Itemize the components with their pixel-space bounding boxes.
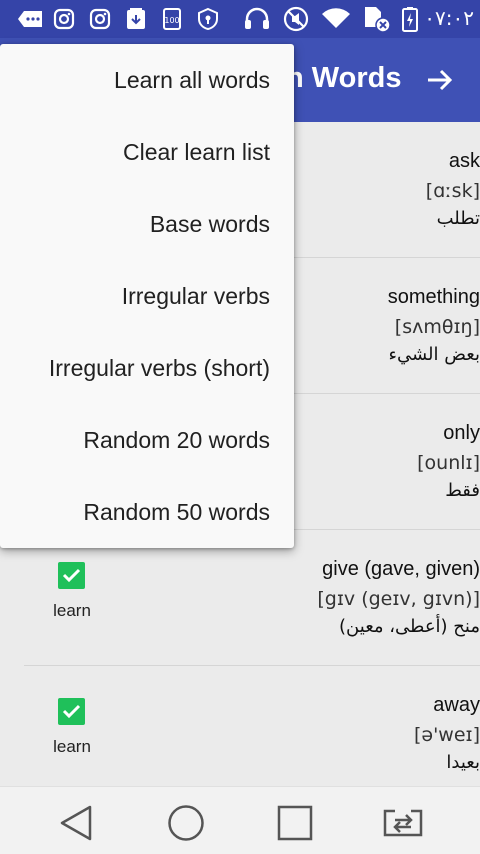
word-transcription: [ɑːsk] (425, 180, 480, 202)
menu-item-irregular-verbs[interactable]: Irregular verbs (0, 260, 294, 332)
word-transcription: [sʌmθɪŋ] (394, 316, 480, 338)
menu-item-label: Random 20 words (83, 427, 270, 453)
navigation-bar (0, 786, 480, 854)
word-text: something (387, 286, 480, 308)
mute-icon (282, 6, 310, 32)
word-translation: بعض الشيء (388, 344, 480, 365)
menu-item-base-words[interactable]: Base words (0, 188, 294, 260)
overflow-menu: Learn all words Clear learn list Base wo… (0, 44, 294, 548)
arrow-right-icon[interactable] (424, 64, 456, 96)
list-item[interactable]: learn give (gave, given) [gɪv (geɪv, gɪv… (0, 530, 480, 666)
word-text: ask (448, 150, 480, 172)
word-translation: فقط (445, 480, 480, 501)
download-icon (124, 7, 148, 31)
storage-icon: 100 (160, 7, 184, 31)
headphones-icon (242, 7, 272, 31)
menu-item-label: Clear learn list (123, 139, 270, 165)
word-transcription: [ə'weɪ] (413, 724, 480, 746)
word-text: away (433, 694, 480, 716)
learn-checkbox[interactable] (58, 698, 85, 725)
menu-item-label: Irregular verbs (121, 283, 270, 309)
menu-item-label: Learn all words (114, 67, 270, 93)
list-item[interactable]: learn away [ə'weɪ] بعيدا (0, 666, 480, 786)
word-text: give (gave, given) (322, 558, 480, 580)
status-bar: 100 ۰۷:۰۲ (0, 0, 480, 38)
menu-item-clear-learn-list[interactable]: Clear learn list (0, 116, 294, 188)
menu-item-irregular-verbs-short[interactable]: Irregular verbs (short) (0, 332, 294, 404)
instagram-icon (52, 7, 76, 31)
status-time: ۰۷:۰۲ (424, 6, 474, 30)
shield-icon (196, 7, 220, 31)
menu-item-random-20-words[interactable]: Random 20 words (0, 404, 294, 476)
word-translation: بعيدا (446, 752, 480, 773)
menu-item-label: Base words (149, 211, 270, 237)
menu-item-label: Irregular verbs (short) (48, 355, 270, 381)
learn-checkbox[interactable] (58, 562, 85, 589)
sim-icon (362, 7, 392, 33)
page-title: n Words (286, 62, 402, 94)
message-icon (16, 7, 44, 31)
word-transcription: [gɪv (geɪv, gɪvn)] (317, 588, 480, 610)
learn-label: learn (53, 601, 91, 620)
instagram-icon (88, 7, 112, 31)
svg-text:100: 100 (164, 16, 179, 25)
screen-switch-icon[interactable] (381, 801, 425, 845)
home-icon[interactable] (164, 801, 208, 845)
recents-icon[interactable] (273, 801, 317, 845)
battery-icon (400, 7, 420, 32)
menu-item-learn-all-words[interactable]: Learn all words (0, 44, 294, 116)
menu-item-random-50-words[interactable]: Random 50 words (0, 476, 294, 548)
word-translation: تطلب (436, 208, 480, 229)
menu-item-label: Random 50 words (83, 499, 270, 525)
word-translation: منح (أعطى، معين) (339, 616, 480, 637)
word-transcription: [ounlɪ] (417, 452, 480, 474)
learn-label: learn (53, 737, 91, 756)
wifi-icon (320, 7, 352, 31)
word-text: only (443, 422, 480, 444)
back-icon[interactable] (54, 801, 98, 845)
